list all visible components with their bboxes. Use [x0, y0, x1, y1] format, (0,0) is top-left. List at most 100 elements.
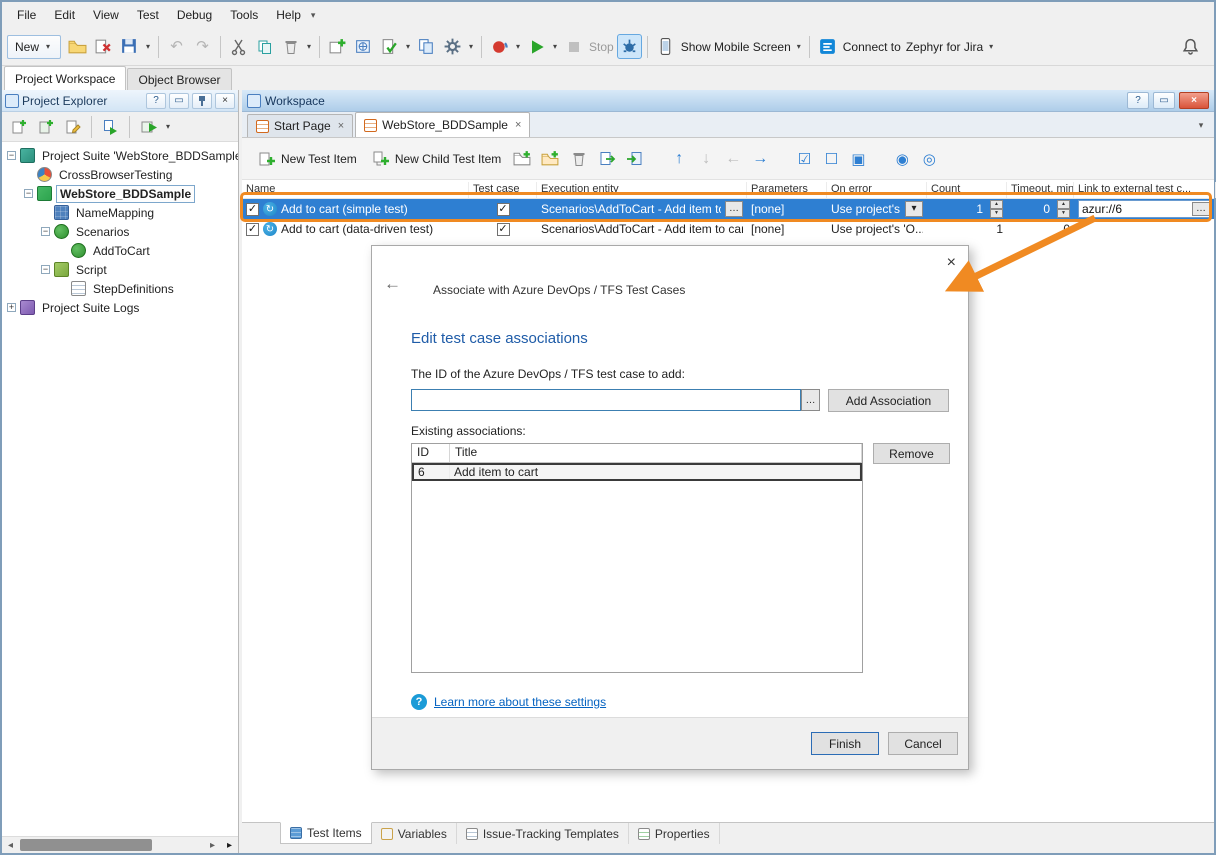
tree-item-project-suite-webstore-bddsample-1[interactable]: −Project Suite 'WebStore_BDDSample' (1 [2, 146, 238, 165]
column-header-parameters[interactable]: Parameters [747, 182, 827, 198]
scroll-right-button[interactable]: ▸ [204, 837, 221, 853]
check-item-button[interactable]: ☑ [792, 150, 816, 168]
add-association-button[interactable]: Add Association [828, 389, 949, 412]
run-checklist-button[interactable] [377, 34, 402, 59]
scrollbar-thumb[interactable] [20, 839, 152, 851]
redo-button[interactable]: ↷ [190, 34, 215, 59]
test-case-checkbox[interactable]: ✓ [497, 203, 510, 216]
chevron-down-icon[interactable]: ▾ [986, 42, 996, 51]
tree-item-namemapping[interactable]: NameMapping [2, 203, 238, 222]
ellipsis-button[interactable]: … [725, 201, 743, 217]
minus-expander-icon[interactable]: − [7, 151, 16, 160]
test-item-row[interactable]: ✓↻Add to cart (simple test)✓Scenarios\Ad… [242, 199, 1214, 219]
panel-tab-object-browser[interactable]: Object Browser [127, 68, 231, 90]
bottom-tab-variables[interactable]: Variables [372, 823, 457, 844]
chevron-down-icon[interactable]: ▾ [550, 42, 560, 51]
close-panel-button[interactable]: × [215, 93, 235, 109]
delete-button[interactable] [278, 34, 303, 59]
bottom-tab-issue-tracking-templates[interactable]: Issue-Tracking Templates [457, 823, 629, 844]
tree-item-webstore-bddsample[interactable]: −WebStore_BDDSample [2, 184, 238, 203]
object-spy-button[interactable] [414, 34, 439, 59]
chevron-down-icon[interactable]: ▾ [311, 10, 316, 21]
move-up-button[interactable]: ↑ [667, 150, 691, 168]
test-item-row[interactable]: ✓↻Add to cart (data-driven test)✓Scenari… [242, 219, 1214, 239]
dropdown-button[interactable]: ▾ [905, 201, 923, 217]
show-mobile-screen-label[interactable]: Show Mobile Screen [681, 40, 791, 54]
add-child-group-button[interactable] [538, 146, 563, 171]
zephyr-button[interactable] [815, 34, 840, 59]
menu-view[interactable]: View [84, 2, 128, 28]
chevron-down-icon[interactable]: ▾ [794, 42, 804, 51]
move-to-button[interactable] [622, 146, 647, 171]
unselect-radio-button[interactable]: ◎ [917, 150, 941, 168]
menu-help[interactable]: Help [267, 2, 310, 28]
ellipsis-button[interactable]: … [1192, 202, 1210, 216]
open-project-button[interactable] [65, 34, 90, 59]
menu-edit[interactable]: Edit [45, 2, 84, 28]
show-mobile-screen-button[interactable] [653, 34, 678, 59]
minus-expander-icon[interactable]: − [41, 227, 50, 236]
back-arrow-icon[interactable]: ← [384, 274, 401, 294]
undo-button[interactable]: ↶ [164, 34, 189, 59]
association-row[interactable]: 6Add item to cart [412, 463, 862, 481]
tree-item-script[interactable]: −Script [2, 260, 238, 279]
panel-tab-project-workspace[interactable]: Project Workspace [4, 66, 126, 90]
test-case-checkbox[interactable]: ✓ [497, 223, 510, 236]
column-header-timeout-min[interactable]: Timeout, min [1007, 182, 1074, 198]
column-header-count[interactable]: Count [927, 182, 1007, 198]
minus-expander-icon[interactable]: − [24, 189, 33, 198]
run-selected-button[interactable] [98, 114, 123, 139]
delete-item-button[interactable] [566, 146, 591, 171]
edit-item-button[interactable] [60, 114, 85, 139]
doc-tab-webstore-bddsample[interactable]: WebStore_BDDSample× [355, 112, 530, 137]
spin-up-icon[interactable]: ▲ [990, 200, 1003, 209]
check-children-button[interactable]: ▣ [846, 150, 870, 168]
move-down-button[interactable]: ↓ [694, 150, 718, 168]
menu-debug[interactable]: Debug [168, 2, 221, 28]
copy-button[interactable] [252, 34, 277, 59]
pin-button[interactable] [192, 93, 212, 109]
close-workspace-button[interactable]: × [1179, 92, 1209, 109]
menu-file[interactable]: File [8, 2, 45, 28]
chevron-down-icon[interactable]: ▾ [143, 42, 153, 51]
column-header-test-case[interactable]: Test case [469, 182, 537, 198]
settings-button[interactable] [440, 34, 465, 59]
new-test-item-button[interactable]: New Test Item [252, 146, 363, 172]
web-testing-button[interactable] [351, 34, 376, 59]
cut-button[interactable] [226, 34, 251, 59]
uncheck-item-button[interactable]: ☐ [819, 150, 843, 168]
doc-tab-start-page[interactable]: Start Page× [247, 114, 353, 137]
notifications-button[interactable] [1178, 34, 1203, 59]
copy-from-button[interactable] [594, 146, 619, 171]
assoc-column-header-id[interactable]: ID [412, 444, 450, 462]
tree-item-scenarios[interactable]: −Scenarios [2, 222, 238, 241]
cancel-button[interactable]: Cancel [888, 732, 958, 755]
connect-target-label[interactable]: Zephyr for Jira [906, 40, 983, 54]
run-button[interactable] [524, 34, 549, 59]
chevron-down-icon[interactable]: ▾ [163, 122, 173, 131]
menu-tools[interactable]: Tools [221, 2, 267, 28]
indent-button[interactable]: → [748, 150, 772, 168]
add-group-button[interactable] [510, 146, 535, 171]
chevron-down-icon[interactable]: ▾ [513, 42, 523, 51]
connect-to-label[interactable]: Connect to [843, 40, 901, 54]
menu-test[interactable]: Test [128, 2, 168, 28]
chevron-down-icon[interactable]: ▾ [403, 42, 413, 51]
link-cell-editor[interactable]: azur://6… [1078, 200, 1212, 218]
plus-expander-icon[interactable]: + [7, 303, 16, 312]
stop-button[interactable] [561, 34, 586, 59]
help-button[interactable]: ? [1127, 92, 1149, 109]
bottom-tab-properties[interactable]: Properties [629, 823, 720, 844]
add-new-project-button[interactable] [6, 114, 31, 139]
learn-more-link[interactable]: Learn more about these settings [434, 695, 606, 709]
test-case-id-input[interactable] [411, 389, 801, 411]
add-new-item-button[interactable] [33, 114, 58, 139]
spinner[interactable]: ▲▼ [990, 200, 1003, 218]
debug-button[interactable] [617, 34, 642, 59]
new-button[interactable]: New ▾ [7, 35, 61, 59]
horizontal-scrollbar[interactable]: ◂ ▸ ▸ [2, 836, 238, 853]
minus-expander-icon[interactable]: − [41, 265, 50, 274]
tree-item-project-suite-logs[interactable]: +Project Suite Logs [2, 298, 238, 317]
chevron-down-icon[interactable]: ▾ [304, 42, 314, 51]
finish-button[interactable]: Finish [811, 732, 879, 755]
